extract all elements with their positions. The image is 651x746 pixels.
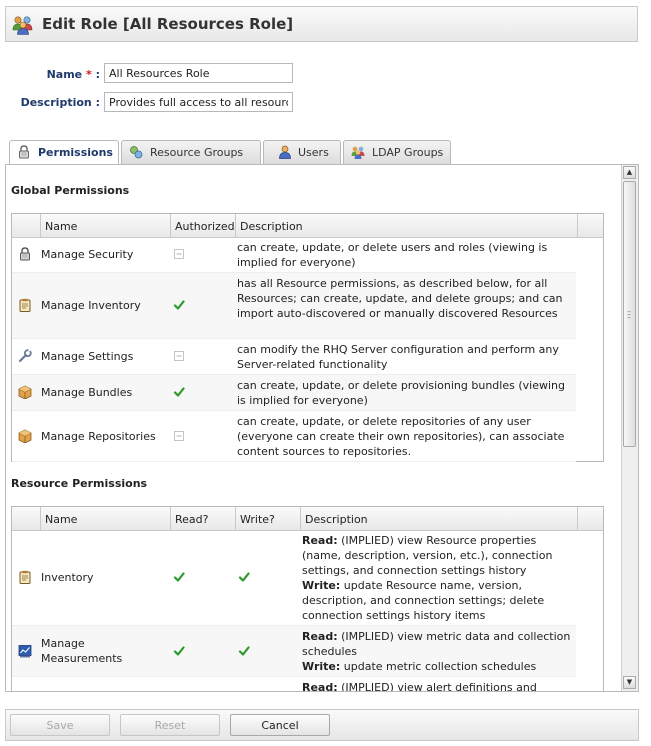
tab-resource-groups[interactable]: Resource Groups — [121, 140, 261, 164]
write-prefix: Write: — [302, 579, 341, 592]
permission-description: can create, update, or delete repositori… — [237, 415, 565, 458]
grid-header: Name Authorized Description — [12, 214, 603, 238]
name-input[interactable] — [104, 63, 293, 83]
permission-name: Manage Bundles — [41, 386, 133, 399]
lock-icon — [19, 145, 29, 159]
permission-description: can create, update, or delete provisioni… — [237, 379, 565, 407]
table-row[interactable]: Inventory Read: (IMPLIED) view Resource p… — [12, 530, 576, 626]
permission-description: has all Resource permissions, as describ… — [237, 277, 563, 320]
tab-permissions[interactable]: Permissions — [9, 140, 119, 165]
permissions-panel: Global Permissions Name Authorized Descr… — [5, 164, 639, 692]
read-text: (IMPLIED) view alert definitions and — [341, 681, 537, 692]
button-bar: Save Reset Cancel — [5, 709, 639, 741]
user-icon — [279, 145, 291, 159]
clipboard-icon — [18, 570, 32, 584]
read-text: (IMPLIED) view metric data and collectio… — [302, 630, 571, 658]
page-header: Edit Role [All Resources Role] — [5, 6, 638, 42]
write-column-header[interactable]: Write? — [236, 507, 301, 530]
authorized-column-header[interactable]: Authorized — [171, 214, 236, 237]
global-permissions-grid: Name Authorized Description Manage Secur… — [11, 213, 604, 462]
read-text: (IMPLIED) view Resource properties (name… — [302, 534, 553, 577]
role-group-icon — [12, 16, 33, 35]
table-row[interactable]: Read: (IMPLIED) view alert definitions a… — [12, 677, 576, 692]
name-row: Name * : — [0, 64, 100, 86]
permission-name: Manage Settings — [41, 350, 134, 363]
permission-description: Read: (IMPLIED) view metric data and col… — [302, 629, 574, 674]
permission-description: can modify the RHQ Server configuration … — [237, 343, 559, 371]
scroll-grip-icon: – – – — [627, 307, 631, 322]
read-checked-icon[interactable] — [173, 645, 185, 657]
wrench-icon — [18, 348, 32, 363]
checked-icon[interactable] — [173, 386, 185, 398]
tab-ldap-groups[interactable]: LDAP Groups — [343, 140, 451, 164]
permission-description: Read: (IMPLIED) view Resource properties… — [302, 533, 574, 623]
package-icon — [18, 429, 32, 444]
description-input[interactable] — [104, 92, 293, 112]
table-row[interactable]: Manage Security can create, update, or de… — [12, 237, 576, 273]
table-row[interactable]: Manage Bundles can create, update, or del… — [12, 375, 576, 411]
permission-name: Manage Security — [41, 248, 134, 261]
read-column-header[interactable]: Read? — [171, 507, 236, 530]
scroll-thumb[interactable]: – – – — [623, 181, 636, 447]
icon-column-header[interactable] — [12, 507, 41, 530]
write-prefix: Write: — [302, 660, 341, 673]
write-checked-icon[interactable] — [238, 645, 250, 657]
checked-icon[interactable] — [173, 299, 185, 311]
unchecked-icon[interactable] — [173, 248, 185, 260]
scroll-down-button[interactable]: ▼ — [623, 676, 636, 689]
table-row[interactable]: Manage Measurements Read: (IMPLIED) view … — [12, 626, 576, 677]
description-row: Description : — [0, 92, 100, 114]
grid-header: Name Read? Write? Description — [12, 507, 603, 531]
write-checked-icon[interactable] — [238, 571, 250, 583]
description-column-header[interactable]: Description — [236, 214, 578, 237]
table-row[interactable]: Manage Settings can modify the RHQ Server… — [12, 339, 576, 375]
save-button[interactable]: Save — [10, 714, 110, 736]
table-row[interactable]: Manage Inventory has all Resource permiss… — [12, 273, 576, 339]
write-text: update metric collection schedules — [343, 660, 537, 673]
unchecked-icon[interactable] — [173, 430, 185, 442]
read-prefix: Read: — [302, 534, 338, 547]
page-title: Edit Role [All Resources Role] — [42, 15, 294, 33]
scroll-up-button[interactable]: ▲ — [623, 166, 636, 179]
lock-icon — [18, 247, 32, 261]
description-label: Description : — [20, 96, 100, 109]
required-marker: * — [85, 68, 92, 81]
ldap-group-icon — [351, 146, 365, 159]
resource-group-icon — [130, 146, 143, 159]
reset-button[interactable]: Reset — [120, 714, 220, 736]
header-filler — [578, 507, 603, 530]
package-icon — [18, 385, 32, 400]
cancel-button[interactable]: Cancel — [230, 714, 330, 736]
description-column-header[interactable]: Description — [301, 507, 578, 530]
table-row[interactable]: Manage Repositories can create, update, o… — [12, 411, 576, 462]
name-label: Name * : — [46, 68, 100, 81]
permission-description: can create, update, or delete users and … — [237, 241, 548, 269]
read-checked-icon[interactable] — [173, 571, 185, 583]
read-prefix: Read: — [302, 630, 338, 643]
clipboard-icon — [18, 298, 32, 312]
read-prefix: Read: — [302, 681, 338, 692]
monitor-chart-icon — [18, 644, 32, 658]
permission-name: Manage Repositories — [41, 430, 156, 443]
tab-users[interactable]: Users — [263, 140, 341, 164]
permission-name: Manage Measurements — [41, 637, 123, 665]
permission-name: Inventory — [41, 571, 94, 584]
header-filler — [578, 214, 603, 237]
unchecked-icon[interactable] — [173, 350, 185, 362]
panel-scrollbar[interactable]: ▲ – – – ▼ — [621, 165, 638, 691]
global-permissions-title: Global Permissions — [11, 184, 130, 197]
name-column-header[interactable]: Name — [41, 507, 171, 530]
icon-column-header[interactable] — [12, 214, 41, 237]
name-column-header[interactable]: Name — [41, 214, 171, 237]
resource-permissions-title: Resource Permissions — [11, 477, 148, 490]
resource-permissions-grid: Name Read? Write? Description Inventory R… — [11, 506, 604, 692]
permission-description: Read: (IMPLIED) view alert definitions a… — [302, 680, 574, 692]
permission-name: Manage Inventory — [41, 299, 141, 312]
